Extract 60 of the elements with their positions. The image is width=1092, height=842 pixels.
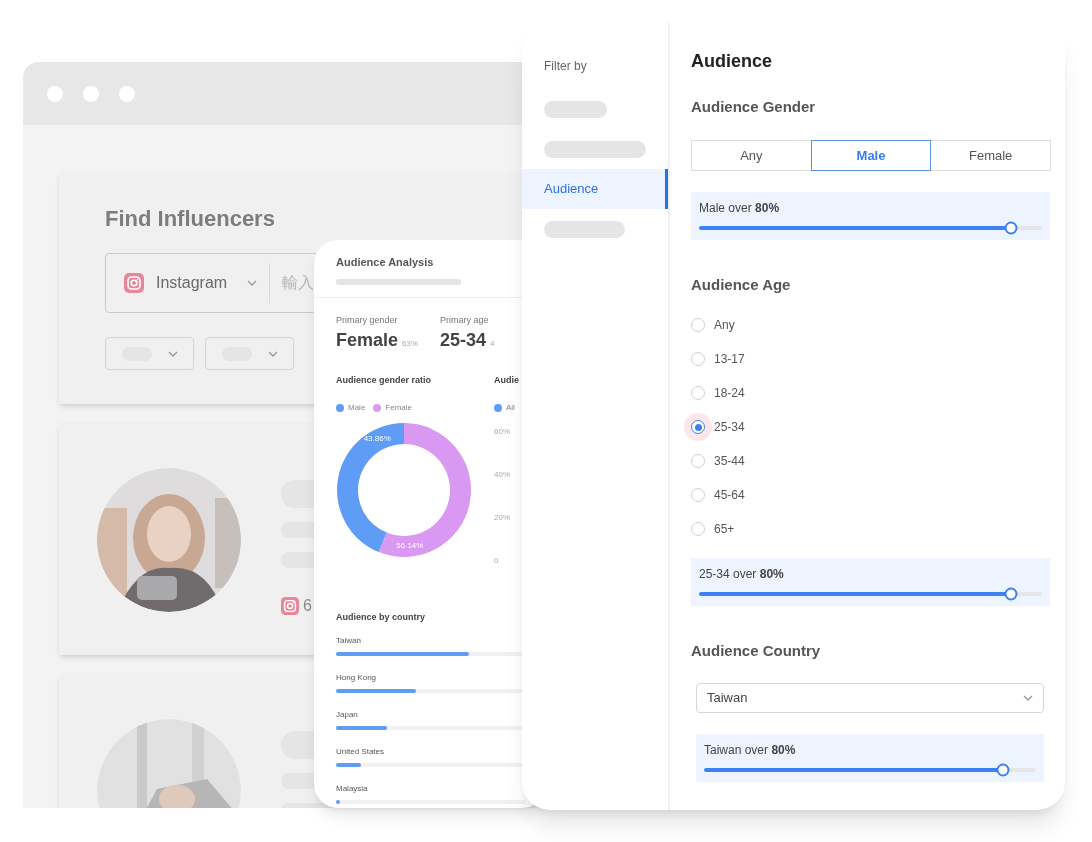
country-label: Hong Kong <box>336 673 378 682</box>
axis-label: 20% <box>494 511 511 524</box>
stat-share: 4 <box>490 338 495 350</box>
chart-title: Audience gender ratio <box>336 374 433 387</box>
slider-handle[interactable] <box>1004 587 1018 601</box>
sidebar-title: Filter by <box>543 58 588 75</box>
country-label: United States <box>336 747 386 756</box>
instagram-icon <box>124 273 144 293</box>
filter-dropdown[interactable] <box>105 337 194 370</box>
search-field[interactable]: 輸入 <box>282 271 316 295</box>
radio-label: Any <box>714 317 735 334</box>
chevron-down-icon <box>1023 695 1033 701</box>
stat-label: Primary gender <box>336 313 399 327</box>
threshold-label: 25-34 over 80% <box>699 566 785 583</box>
country-select[interactable]: Taiwan <box>696 683 1044 713</box>
legend-label: Male <box>348 401 366 414</box>
threshold-label: Taiwan over 80% <box>704 742 797 759</box>
panel-title: Audience <box>691 50 774 73</box>
stat-share: 63% <box>402 338 419 350</box>
slider-handle[interactable] <box>996 763 1010 777</box>
instagram-icon <box>281 597 299 615</box>
axis-label: 40% <box>494 468 511 481</box>
platform-select[interactable]: Instagram <box>106 254 270 312</box>
sidebar-item[interactable]: Audience <box>522 169 668 209</box>
gender-option[interactable]: Female <box>930 140 1051 171</box>
slice-label: 56.14% <box>396 540 424 553</box>
country-label: Taiwan <box>336 636 362 645</box>
filter-dropdown[interactable] <box>205 337 294 370</box>
chevron-down-icon <box>247 280 258 286</box>
radio-label: 35-44 <box>714 453 745 470</box>
section-title: Audience Gender <box>691 97 817 117</box>
gender-option[interactable]: Male <box>810 140 932 171</box>
legend-label: Female <box>385 401 413 414</box>
radio-label: 13-17 <box>714 351 745 368</box>
country-label: Japan <box>336 710 359 719</box>
threshold-label: Male over 80% <box>699 200 781 217</box>
radio-label: 45-64 <box>714 487 745 504</box>
stat-value: 25-34 <box>440 329 487 352</box>
section-title: Audience Age <box>691 275 792 295</box>
radio-label: 25-34 <box>714 419 745 436</box>
stat-value: Female <box>336 329 399 352</box>
radio-label: 18-24 <box>714 385 745 402</box>
section-title: Audience by country <box>336 610 426 624</box>
radio-label: 65+ <box>714 521 735 538</box>
chevron-down-icon <box>167 350 178 357</box>
slider-handle[interactable] <box>1004 221 1018 235</box>
axis-label: 0 <box>494 554 500 567</box>
chart-title: Audie <box>494 374 519 387</box>
country-label: Malaysia <box>336 784 369 793</box>
stat-label: Primary age <box>440 313 490 327</box>
section-title: Audience Country <box>691 641 822 661</box>
axis-label: 60% <box>494 425 511 438</box>
chevron-down-icon <box>267 350 278 357</box>
card-title: Audience Analysis <box>336 255 435 270</box>
slice-label: 43.86% <box>363 433 391 446</box>
radio-button[interactable] <box>684 413 712 441</box>
gender-option[interactable]: Any <box>691 140 812 171</box>
follower-count: 6 <box>303 596 312 616</box>
page-title: Find Influencers <box>105 205 276 233</box>
legend-label: All <box>506 401 515 414</box>
